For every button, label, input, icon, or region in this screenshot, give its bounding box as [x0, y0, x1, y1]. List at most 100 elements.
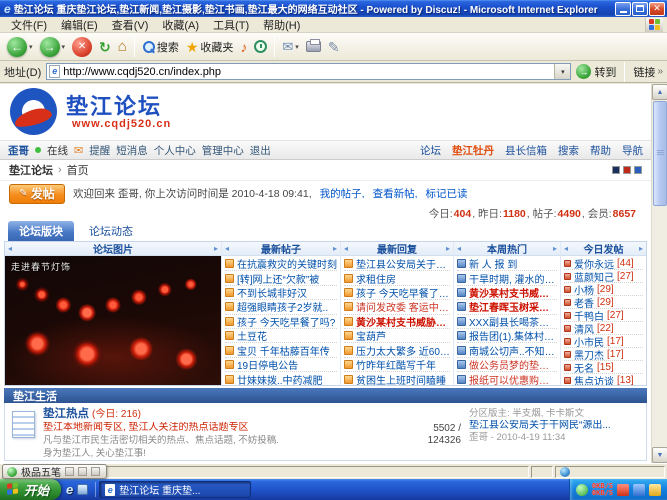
list-item[interactable]: 蓝颜知己[27] [564, 270, 643, 283]
site-name[interactable]: 垫江论坛 [66, 89, 162, 121]
theme-dark-swatch[interactable] [612, 166, 620, 174]
poster-name[interactable]: 小市民 [574, 335, 604, 348]
post-title[interactable]: 19日停电公告 [237, 358, 298, 372]
tray-ime-icon[interactable] [576, 484, 588, 496]
list-item[interactable]: 清风[22] [564, 322, 643, 335]
list-item[interactable]: 黄沙某村支书威胁记者 [344, 315, 450, 329]
ime-settings-icon[interactable] [91, 467, 100, 476]
list-item[interactable]: 报告团(1).集体村村.. [457, 329, 557, 343]
forward-button[interactable]: → ▾ [37, 35, 69, 59]
list-item[interactable]: 孩子 今天吃早餐了吗? [344, 286, 450, 300]
favorites-button[interactable]: ★ 收藏夹 [183, 37, 237, 57]
list-item[interactable]: 在抗震救灾的关键时刻 [225, 257, 337, 271]
post-title[interactable]: 超强眼睛孩子2岁就.. [237, 300, 328, 314]
theme-blue-swatch[interactable] [634, 166, 642, 174]
list-item[interactable]: 压力太大繁多 近60%白.. [344, 343, 450, 357]
post-title[interactable]: XXX副县长喝茶去了 [469, 315, 557, 329]
breadcrumb-root[interactable]: 垫江论坛 [9, 162, 53, 178]
search-button[interactable]: 搜索 [139, 37, 182, 57]
poster-name[interactable]: 千鸭白 [574, 309, 604, 322]
list-item[interactable]: 千鸭白[27] [564, 309, 643, 322]
home-button[interactable]: ⌂ [115, 38, 130, 56]
post-title[interactable]: 垫江县公安局关于干网民 [356, 257, 450, 271]
maximize-button[interactable] [632, 2, 648, 16]
nav-forum[interactable]: 论坛 [420, 143, 441, 158]
post-title[interactable]: 宝贝 千年枯藤百年传 [237, 343, 330, 357]
theme-red-swatch[interactable] [623, 166, 631, 174]
prev-icon[interactable]: ◂ [8, 245, 12, 253]
post-title[interactable]: 报告团(1).集体村村.. [469, 329, 557, 343]
nav-mayor-mailbox[interactable]: 县长信箱 [505, 143, 547, 158]
post-title[interactable]: 竹昨年红酷写千年 [356, 358, 436, 372]
post-title[interactable]: [转]网上还“欠款”被 [237, 271, 319, 285]
list-item[interactable]: 垫江春晖玉树采名片 [457, 300, 557, 314]
list-item[interactable]: 宝贝 千年枯藤百年传 [225, 343, 337, 357]
print-button[interactable] [303, 39, 324, 54]
post-title[interactable]: 报纸可以优惠购为神奇 [469, 372, 557, 385]
list-item[interactable]: 南城公切声..不知道.. [457, 343, 557, 357]
post-title[interactable]: 廿妹妹拨..中药减肥 [237, 372, 323, 385]
menu-file[interactable]: 文件(F) [4, 16, 54, 34]
address-dropdown-button[interactable]: ▾ [554, 64, 570, 79]
list-item[interactable]: 贫困生上班时间瞌睡 [344, 372, 450, 385]
prev-icon[interactable]: ◂ [344, 245, 348, 253]
address-input[interactable]: e http://www.cqdj520.cn/index.php ▾ [46, 63, 571, 80]
list-item[interactable]: 求租住房 [344, 271, 450, 285]
nav-help[interactable]: 帮助 [590, 143, 611, 158]
list-item[interactable]: 黄沙某村支书威胁记者 [457, 286, 557, 300]
my-posts-link[interactable]: 我的帖子, [320, 186, 365, 201]
refresh-button[interactable]: ↻ [96, 38, 114, 56]
post-title[interactable]: 宝葫芦 [356, 329, 386, 343]
site-logo-icon[interactable] [10, 88, 57, 135]
notice-link[interactable]: 提醒 [89, 143, 110, 158]
tray-messenger-icon[interactable] [633, 484, 645, 496]
menu-favorites[interactable]: 收藏(A) [155, 16, 206, 34]
poster-name[interactable]: 清风 [574, 322, 594, 335]
new-post-button[interactable]: ✎ 发帖 [9, 184, 65, 204]
scrollbar-thumb[interactable] [653, 101, 667, 206]
list-item[interactable]: 新 人 报 到 [457, 257, 557, 271]
list-item[interactable]: 垫江县公安局关于干网民 [344, 257, 450, 271]
post-title[interactable]: 垫江春晖玉树采名片 [469, 300, 557, 314]
stop-button[interactable]: ✕ [69, 35, 95, 59]
admin-link[interactable]: 管理中心 [202, 143, 244, 158]
taskbar-item-active[interactable]: e 垫江论坛 重庆垫... [99, 481, 251, 498]
tab-forums[interactable]: 论坛版块 [8, 221, 74, 241]
mark-read-link[interactable]: 标记已读 [426, 186, 468, 201]
post-title[interactable]: 请问发改委 客运中心进.. [356, 300, 450, 314]
ime-toolbar[interactable]: 极品五笔 [2, 464, 107, 479]
go-button[interactable]: → 转到 [576, 64, 616, 80]
list-item[interactable]: 请问发改委 客运中心进.. [344, 300, 450, 314]
ime-icon[interactable] [7, 467, 17, 477]
list-item[interactable]: 老香[29] [564, 296, 643, 309]
pm-link[interactable]: 短消息 [116, 143, 148, 158]
next-icon[interactable]: ▸ [333, 245, 337, 253]
post-title[interactable]: 黄沙某村支书威胁记者 [469, 286, 557, 300]
post-title[interactable]: 做公务员梦的垫江人注意 [469, 358, 557, 372]
list-item[interactable]: 爱你永远[44] [564, 257, 643, 270]
list-item[interactable]: [转]网上还“欠款”被 [225, 271, 337, 285]
post-title[interactable]: 孩子 今天吃早餐了吗? [356, 286, 450, 300]
ime-keyboard-icon[interactable] [65, 467, 74, 476]
nav-mudan[interactable]: 垫江牡丹 [452, 143, 494, 158]
poster-name[interactable]: 无名 [574, 361, 594, 374]
post-title[interactable]: 孩子 今天吃早餐了吗? [237, 315, 335, 329]
quicklaunch-desktop-icon[interactable] [77, 484, 88, 495]
menu-help[interactable]: 帮助(H) [256, 16, 307, 34]
edit-button[interactable]: ✎ [325, 38, 343, 56]
links-button[interactable]: 链接 » [633, 64, 663, 80]
post-title[interactable]: 土豆花 [237, 329, 267, 343]
menu-tools[interactable]: 工具(T) [206, 16, 256, 34]
next-icon[interactable]: ▸ [553, 245, 557, 253]
post-title[interactable]: 南城公切声..不知道.. [469, 343, 557, 357]
post-title[interactable]: 在抗震救灾的关键时刻 [237, 257, 337, 271]
list-item[interactable]: 干旱时期, 灌水的朋友.. [457, 271, 557, 285]
nav-navigation[interactable]: 导航 [622, 143, 643, 158]
start-button[interactable]: 开始 [0, 479, 61, 500]
post-title[interactable]: 新 人 报 到 [469, 257, 517, 271]
post-title[interactable]: 干旱时期, 灌水的朋友.. [469, 271, 557, 285]
list-item[interactable]: 小杨[29] [564, 283, 643, 296]
mail-button[interactable]: ✉ ▾ [279, 38, 301, 56]
next-icon[interactable]: ▸ [446, 245, 450, 253]
list-item[interactable]: 不到长城非好汉 [225, 286, 337, 300]
